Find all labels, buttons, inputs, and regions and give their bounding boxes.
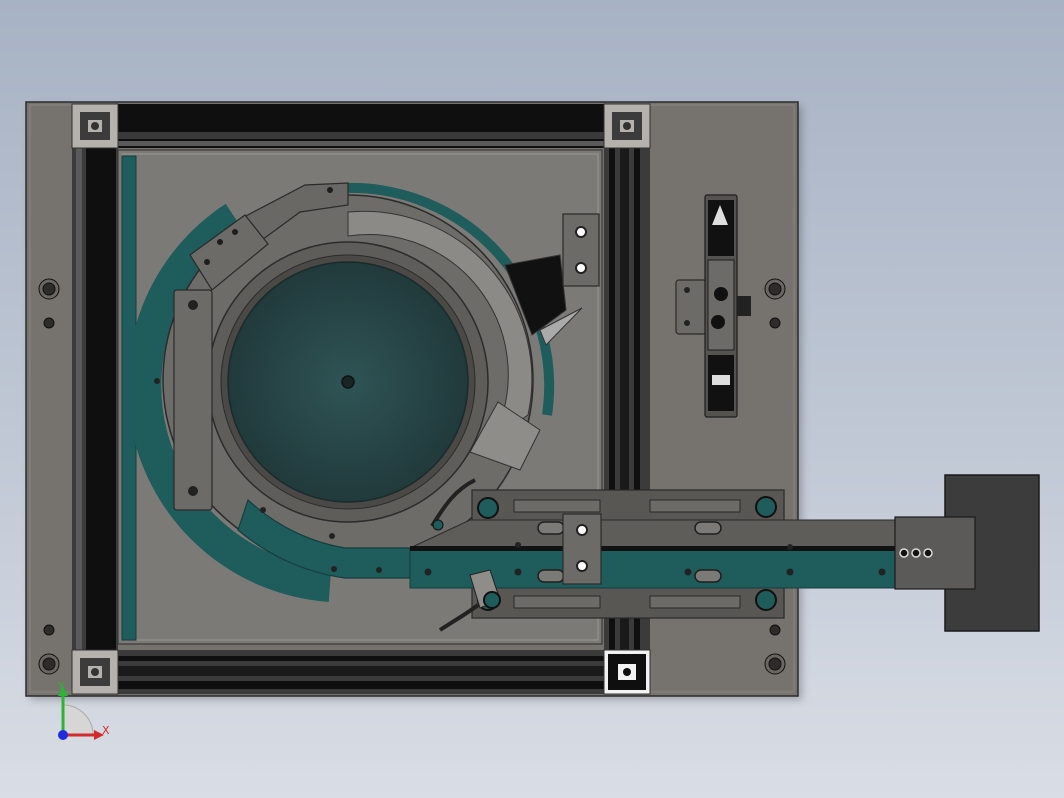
extrusion-corner-bottom-left — [71, 649, 119, 695]
hole-countersunk-right-bottom — [764, 653, 786, 675]
linear-feeder — [409, 478, 901, 632]
extrusion-corner-top-right — [603, 103, 651, 149]
bowl-side-bracket — [173, 289, 213, 511]
hole-countersunk-right-upper — [764, 278, 786, 300]
cad-viewport[interactable]: Y X — [0, 0, 1064, 798]
end-motor-block — [894, 474, 1040, 632]
hole-countersunk-left-upper — [38, 278, 60, 300]
hole-left-mid — [43, 317, 55, 329]
extrusion-top — [118, 104, 606, 148]
small-bracket — [562, 213, 600, 287]
extrusion-bottom — [118, 650, 606, 694]
extrusion-left — [72, 148, 118, 650]
hole-right-lower — [769, 624, 781, 636]
cad-scene: Y X — [25, 101, 1040, 740]
triad-x-label: X — [102, 724, 110, 737]
hole-left-lower — [43, 624, 55, 636]
extrusion-corner-top-left — [71, 103, 119, 149]
hole-countersunk-left-bottom — [38, 653, 60, 675]
triad-y-label: Y — [57, 680, 65, 693]
extrusion-corner-bottom-right — [603, 649, 651, 695]
hole-right-mid — [769, 317, 781, 329]
feeder-clamp — [562, 513, 602, 585]
